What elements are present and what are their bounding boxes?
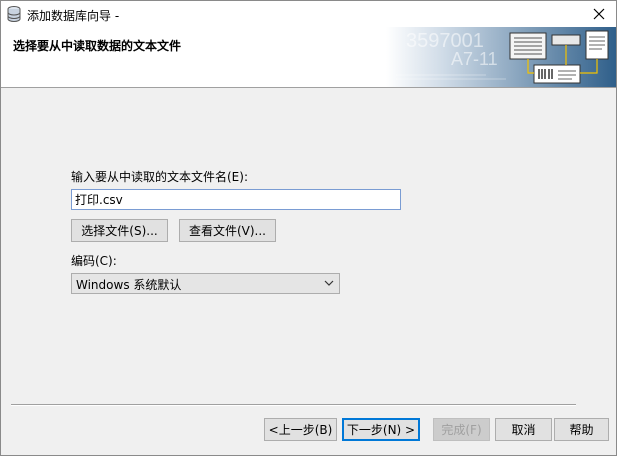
window-title: 添加数据库向导 - (27, 9, 120, 23)
wizard-dialog: 添加数据库向导 - 选择要从中读取数据的文本文件 3597001 A7-11 输… (0, 0, 617, 456)
wizard-banner-icon: 3597001 A7-11 (386, 27, 616, 87)
database-icon (7, 6, 21, 22)
banner-number-2: A7-11 (451, 49, 498, 69)
cancel-button[interactable]: 取消 (495, 418, 552, 441)
encoding-select[interactable]: Windows 系统默认 (71, 273, 340, 294)
encoding-label: 编码(C): (71, 254, 117, 268)
file-name-input[interactable] (71, 189, 401, 210)
footer-separator (11, 404, 576, 406)
help-button[interactable]: 帮助 (554, 418, 609, 441)
next-button[interactable]: 下一步(N) > (342, 418, 420, 441)
finish-button: 完成(F) (433, 418, 490, 441)
back-button[interactable]: <上一步(B) (264, 418, 337, 441)
page-heading: 选择要从中读取数据的文本文件 (13, 39, 182, 53)
choose-file-button[interactable]: 选择文件(S)... (71, 219, 168, 242)
dropdown-arrow-icon (324, 280, 334, 286)
wizard-header: 选择要从中读取数据的文本文件 3597001 A7-11 (1, 27, 616, 88)
encoding-selected-value: Windows 系统默认 (76, 278, 182, 292)
file-name-label: 输入要从中读取的文本文件名(E): (71, 170, 248, 184)
title-bar[interactable]: 添加数据库向导 - (1, 1, 616, 27)
view-file-button[interactable]: 查看文件(V)... (179, 219, 276, 242)
close-icon (593, 8, 605, 20)
close-button[interactable] (582, 1, 616, 27)
